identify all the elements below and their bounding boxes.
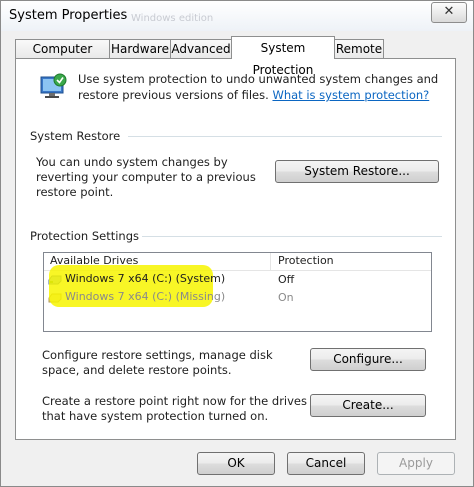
tab-remote[interactable]: Remote — [334, 39, 384, 58]
tab-label: Advanced — [171, 42, 231, 56]
drive-protection: On — [278, 291, 294, 304]
tab-label: Hardware — [111, 42, 169, 56]
create-button[interactable]: Create... — [310, 394, 426, 417]
column-protection[interactable]: Protection — [278, 254, 334, 267]
system-protection-icon — [40, 73, 67, 98]
drive-protection: Off — [278, 273, 295, 286]
ghost-title-text: Windows edition — [131, 13, 214, 24]
tab-label: System Protection — [252, 41, 314, 77]
window-title: System Properties — [9, 8, 128, 23]
create-description: Create a restore point right now for the… — [42, 394, 307, 423]
ok-button[interactable]: OK — [197, 452, 275, 475]
cancel-button-label: Cancel — [305, 456, 347, 470]
column-available-drives[interactable]: Available Drives — [50, 254, 138, 267]
ok-button-label: OK — [227, 456, 245, 470]
drive-name-missing: Windows 7 x64 (C:) (Missing) — [65, 290, 226, 303]
system-restore-button[interactable]: System Restore... — [275, 160, 439, 183]
system-protection-panel: Use system protection to undo unwanted s… — [15, 58, 456, 440]
configure-button[interactable]: Configure... — [310, 348, 426, 371]
tab-label: Remote — [335, 42, 383, 56]
create-button-label: Create... — [342, 398, 394, 412]
apply-button-label: Apply — [399, 456, 433, 470]
close-button[interactable]: ✕ — [431, 2, 467, 23]
drive-name-system: Windows 7 x64 (C:) (System) — [65, 272, 226, 285]
system-restore-group-title: System Restore — [30, 129, 121, 143]
column-separator[interactable] — [270, 253, 271, 270]
tab-advanced[interactable]: Advanced — [170, 39, 232, 58]
group-divider — [142, 236, 442, 237]
protection-settings-group-title: Protection Settings — [30, 229, 140, 243]
system-restore-button-label: System Restore... — [304, 164, 410, 178]
system-restore-description: You can undo system changes by reverting… — [36, 155, 256, 199]
missing-drive-icon — [48, 293, 62, 303]
configure-description: Configure restore settings, manage disk … — [42, 348, 273, 377]
group-divider — [128, 136, 442, 137]
what-is-system-protection-link[interactable]: What is system protection? — [272, 88, 429, 102]
system-properties-window: System Properties Windows edition ✕ Comp… — [0, 0, 474, 487]
apply-button[interactable]: Apply — [377, 452, 455, 475]
system-drive-icon — [48, 275, 62, 285]
configure-button-label: Configure... — [333, 352, 403, 366]
tab-computer-name[interactable]: Computer Name — [15, 39, 110, 74]
tab-hardware[interactable]: Hardware — [109, 39, 171, 58]
list-header: Available Drives Protection — [44, 253, 431, 271]
close-icon: ✕ — [443, 4, 455, 19]
tab-system-protection[interactable]: System Protection — [231, 36, 335, 77]
cancel-button[interactable]: Cancel — [287, 452, 365, 475]
title-bar[interactable]: System Properties Windows edition ✕ — [1, 1, 473, 31]
